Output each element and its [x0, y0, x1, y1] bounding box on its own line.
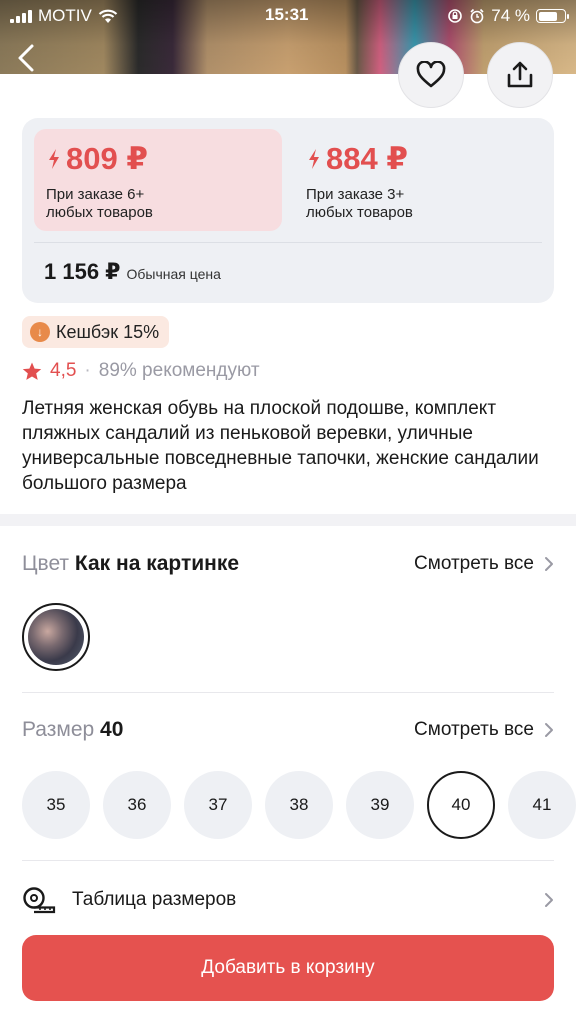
price-tier-3plus[interactable]: 884 ₽ При заказе 3+ любых товаров — [294, 129, 542, 231]
size-option[interactable]: 37 — [184, 771, 252, 839]
rating-row[interactable]: 4,5 · 89% рекомендуют — [22, 360, 260, 382]
measuring-tape-icon — [23, 887, 56, 914]
wifi-icon — [98, 9, 118, 23]
star-icon — [22, 362, 42, 380]
alarm-icon — [470, 8, 484, 24]
size-option[interactable]: 38 — [265, 771, 333, 839]
color-swatch[interactable] — [22, 603, 90, 671]
cashback-badge[interactable]: ↓ Кешбэк 15% — [22, 316, 170, 348]
rating-score: 4,5 — [50, 360, 77, 381]
size-option[interactable]: 41 — [508, 771, 576, 839]
chevron-right-icon — [545, 557, 553, 571]
swatch-thumbnail — [28, 609, 84, 665]
product-title: Летняя женская обувь на плоской подошве,… — [22, 398, 539, 494]
size-option-selected[interactable]: 40 — [427, 771, 495, 839]
divider — [34, 242, 542, 243]
clock: 15:31 — [265, 5, 309, 24]
regular-price-value: 1 156 ₽ — [44, 259, 121, 284]
tier-condition: любых товаров — [46, 204, 153, 221]
size-table-label: Таблица размеров — [72, 889, 237, 910]
color-header: Цвет Как на картинке Смотреть все — [22, 552, 554, 576]
color-see-all-link[interactable]: Смотреть все — [414, 553, 554, 575]
status-bar: MOTIV 15:31 74 % — [0, 0, 576, 32]
color-value: Как на картинке — [74, 552, 240, 575]
section-separator — [0, 514, 576, 526]
heart-icon — [416, 61, 446, 88]
price-tier-6plus[interactable]: 809 ₽ При заказе 6+ любых товаров — [34, 129, 282, 231]
tier-price: 884 ₽ — [326, 141, 408, 176]
size-see-all-link[interactable]: Смотреть все — [414, 719, 554, 741]
add-to-cart-label: Добавить в корзину — [201, 957, 375, 978]
recommend-percent: 89% рекомендуют — [98, 360, 260, 381]
share-button[interactable] — [487, 42, 553, 108]
size-label: Размер — [22, 718, 95, 741]
cashback-text: Кешбэк 15% — [56, 321, 160, 342]
divider — [22, 860, 554, 861]
battery-icon — [536, 9, 569, 23]
size-header: Размер 40 Смотреть все — [22, 718, 554, 742]
color-label: Цвет — [22, 552, 70, 575]
tier-condition: любых товаров — [306, 204, 413, 221]
share-icon — [507, 61, 533, 88]
carrier-name: MOTIV — [38, 6, 92, 25]
size-option[interactable]: 36 — [103, 771, 171, 839]
cashback-coin-icon: ↓ — [30, 322, 50, 342]
size-option[interactable]: 35 — [22, 771, 90, 839]
see-all-label: Смотреть все — [414, 553, 534, 574]
favorite-button[interactable] — [398, 42, 464, 108]
chevron-right-icon — [545, 893, 553, 907]
back-chevron-icon[interactable] — [12, 40, 42, 76]
tier-price: 809 ₽ — [66, 141, 148, 176]
signal-icon — [10, 9, 32, 23]
size-value: 40 — [100, 718, 124, 741]
lightning-icon — [49, 148, 59, 169]
rotation-lock-icon — [448, 9, 463, 23]
tier-condition: При заказе 6+ — [46, 186, 145, 203]
divider — [22, 692, 554, 693]
regular-price: 1 156 ₽ Обычная цена — [44, 259, 221, 285]
chevron-right-icon — [545, 723, 553, 737]
size-options: 35 36 37 38 39 40 41 — [22, 771, 576, 839]
size-option[interactable]: 39 — [346, 771, 414, 839]
see-all-label: Смотреть все — [414, 719, 534, 740]
regular-price-label: Обычная цена — [126, 266, 221, 282]
add-to-cart-button[interactable]: Добавить в корзину — [22, 935, 554, 1001]
battery-percent: 74 % — [491, 6, 530, 25]
size-table-row[interactable]: Таблица размеров — [22, 880, 554, 920]
price-tiers-card: 809 ₽ При заказе 6+ любых товаров 884 ₽ … — [22, 118, 554, 303]
tier-condition: При заказе 3+ — [306, 186, 405, 203]
lightning-icon — [309, 148, 319, 169]
separator-dot: · — [84, 360, 91, 381]
